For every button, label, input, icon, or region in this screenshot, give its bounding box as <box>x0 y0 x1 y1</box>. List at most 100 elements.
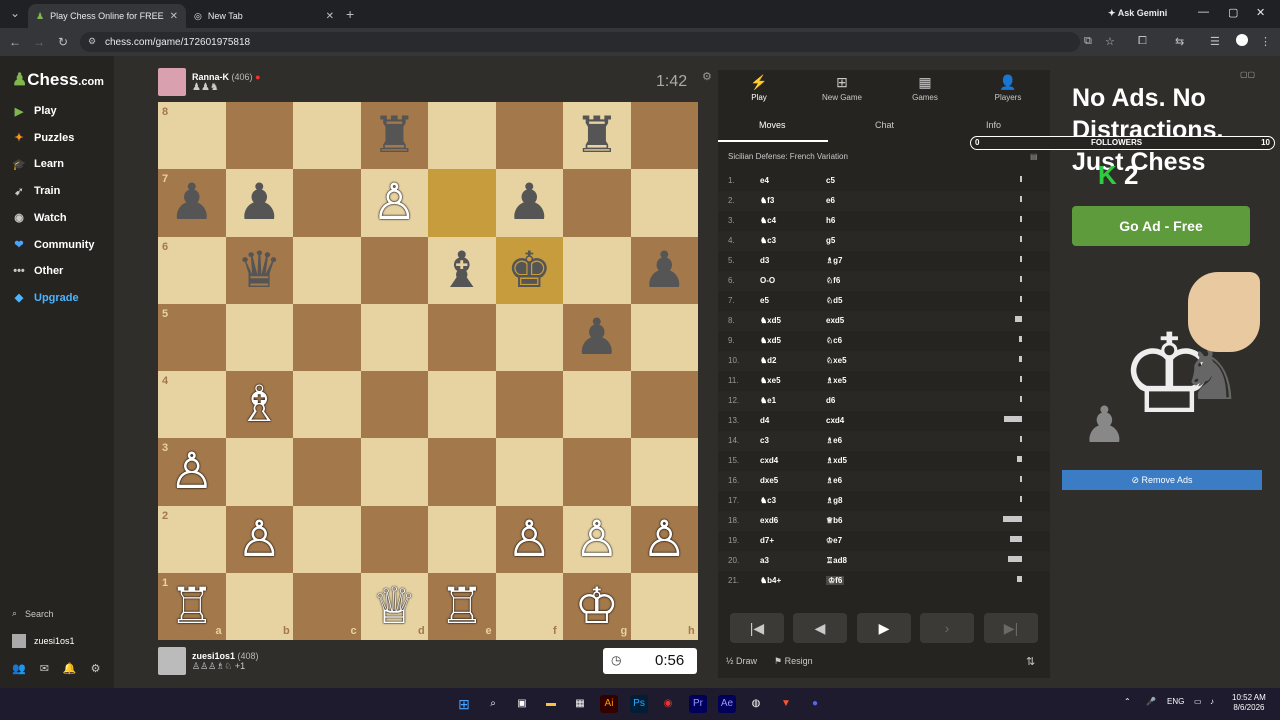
white-move[interactable]: ♞b4+ <box>760 576 781 585</box>
extensions-icon[interactable]: ⧠ <box>1138 35 1147 48</box>
sidebar-item-community[interactable]: ❤ Community <box>12 235 94 255</box>
tab-chat[interactable]: Chat <box>875 120 894 130</box>
square-e8[interactable] <box>428 102 496 170</box>
settings-gear-icon[interactable]: ⚙ <box>91 662 101 675</box>
tab-moves[interactable]: Moves <box>759 120 786 130</box>
tab-new-game[interactable]: ⊞ New Game <box>802 74 882 102</box>
square-d6[interactable] <box>360 236 428 304</box>
tab-info[interactable]: Info <box>986 120 1001 130</box>
black-move[interactable]: ♖ad8 <box>826 556 847 565</box>
black-piece-f6[interactable]: ♚ <box>496 237 564 304</box>
white-move[interactable]: O-O <box>760 276 775 285</box>
square-h7[interactable] <box>630 169 698 237</box>
search-taskbar-icon[interactable]: ⌕ <box>484 695 502 713</box>
square-e4[interactable] <box>428 371 496 439</box>
square-h3[interactable] <box>630 438 698 506</box>
language-indicator[interactable]: ENG <box>1167 697 1184 706</box>
white-piece-h2[interactable]: ♙ <box>631 506 699 573</box>
draw-button[interactable]: ½ Draw <box>726 656 757 666</box>
black-piece-g8[interactable]: ♜ <box>563 102 631 169</box>
go-ad-free-button[interactable]: Go Ad - Free <box>1072 206 1250 246</box>
reload-icon[interactable]: ↻ <box>52 35 74 49</box>
sidebar-user[interactable]: zuesi1os1 <box>12 634 75 648</box>
sidebar-item-watch[interactable]: ◉ Watch <box>12 208 66 228</box>
square-f4[interactable] <box>495 371 563 439</box>
square-f3[interactable] <box>495 438 563 506</box>
white-move[interactable]: a3 <box>760 556 769 565</box>
file-explorer-icon[interactable]: ▬ <box>542 695 560 713</box>
white-move[interactable]: ♞c3 <box>760 236 776 245</box>
square-e3[interactable] <box>428 438 496 506</box>
illustrator-icon[interactable]: Ai <box>600 695 618 713</box>
white-move[interactable]: d4 <box>760 416 769 425</box>
white-move[interactable]: ♞xd5 <box>760 316 781 325</box>
white-move[interactable]: e4 <box>760 176 769 185</box>
square-g4[interactable] <box>563 371 631 439</box>
white-piece-e1[interactable]: ♖ <box>428 573 496 640</box>
close-window-button[interactable]: ✕ <box>1256 6 1265 19</box>
close-tab-icon[interactable]: ✕ <box>326 11 334 22</box>
black-piece-f7[interactable]: ♟ <box>496 169 564 236</box>
square-b8[interactable] <box>225 102 293 170</box>
square-d2[interactable] <box>360 505 428 573</box>
translate-icon[interactable]: ⇆ <box>1175 35 1184 48</box>
resign-button[interactable]: ⚑ Resign <box>774 656 813 667</box>
player-name[interactable]: zuesi1os1 <box>192 651 235 661</box>
square-a4[interactable] <box>158 371 226 439</box>
sidebar-item-upgrade[interactable]: ◆ Upgrade <box>12 288 79 308</box>
tray-chevron-icon[interactable]: ⌃ <box>1124 697 1131 706</box>
square-d4[interactable] <box>360 371 428 439</box>
black-piece-h6[interactable]: ♟ <box>631 237 699 304</box>
square-f8[interactable] <box>495 102 563 170</box>
site-info-icon[interactable]: ⚙ <box>88 36 96 47</box>
black-move[interactable]: ♕b6 <box>826 516 843 525</box>
chess-logo[interactable]: ♟Chess.com <box>12 70 104 90</box>
square-b3[interactable] <box>225 438 293 506</box>
opponent-name[interactable]: Ranna-K <box>192 72 229 82</box>
white-move[interactable]: cxd4 <box>760 456 778 465</box>
browser-tab-active[interactable]: ♟ Play Chess Online for FREE ✕ <box>28 4 186 28</box>
sidebar-item-learn[interactable]: 🎓 Learn <box>12 154 64 174</box>
black-piece-d8[interactable]: ♜ <box>361 102 429 169</box>
windows-start-icon[interactable]: ⊞ <box>455 695 473 713</box>
address-bar[interactable]: ⚙ chess.com/game/172601975818 <box>80 32 1080 52</box>
square-a6[interactable] <box>158 236 226 304</box>
tab-menu-icon[interactable]: ⌄ <box>4 6 26 20</box>
sidebar-item-play[interactable]: ▶ Play <box>12 101 57 121</box>
black-move[interactable]: ♗g7 <box>826 256 843 265</box>
white-piece-a1[interactable]: ♖ <box>158 573 226 640</box>
chess-board[interactable]: 8 7 6 5 4 3 2 1 a b c d e f g h ♜ ♜ ♟ ♟ ♙ ♟ ♛ ♝ ♚ ♟ ♟ ♗ ♙ ♙ ♙ ♙ ♙ ♖ ♕ ♖ ♔ <box>158 102 698 640</box>
black-move[interactable]: ♘f6 <box>826 276 840 285</box>
discord-icon[interactable]: ● <box>806 695 824 713</box>
mail-icon[interactable]: ✉ <box>40 662 49 675</box>
black-move[interactable]: e6 <box>826 196 835 205</box>
black-move[interactable]: ♗e6 <box>826 476 842 485</box>
square-b5[interactable] <box>225 303 293 371</box>
volume-icon[interactable]: ♪ <box>1210 697 1214 706</box>
square-c7[interactable] <box>293 169 361 237</box>
square-f5[interactable] <box>495 303 563 371</box>
last-icon[interactable]: ▶| <box>984 613 1038 643</box>
tab-search-icon[interactable]: ☰ <box>1210 35 1220 48</box>
sidebar-item-other[interactable]: ••• Other <box>12 261 63 281</box>
black-piece-e6[interactable]: ♝ <box>428 237 496 304</box>
player-avatar[interactable] <box>158 647 186 675</box>
white-piece-d7[interactable]: ♙ <box>361 169 429 236</box>
white-piece-g2[interactable]: ♙ <box>563 506 631 573</box>
remove-ads-button[interactable]: ⊘ Remove Ads <box>1062 470 1262 490</box>
tab-players[interactable]: 👤 Players <box>968 74 1048 102</box>
obs-icon[interactable]: ◍ <box>747 695 765 713</box>
brave-icon[interactable]: ▼ <box>777 695 795 713</box>
maximize-button[interactable]: ▢ <box>1228 6 1238 19</box>
white-piece-d1[interactable]: ♕ <box>361 573 429 640</box>
white-move[interactable]: e5 <box>760 296 769 305</box>
white-piece-g1[interactable]: ♔ <box>563 573 631 640</box>
book-icon[interactable]: ▤ <box>1030 152 1038 161</box>
square-e5[interactable] <box>428 303 496 371</box>
black-piece-a7[interactable]: ♟ <box>158 169 226 236</box>
minimize-button[interactable]: — <box>1198 6 1209 18</box>
ad-choices-icon[interactable]: ▢▢ <box>1240 70 1255 79</box>
square-c2[interactable] <box>293 505 361 573</box>
square-h8[interactable] <box>630 102 698 170</box>
browser-menu-icon[interactable]: ⋮ <box>1260 35 1271 48</box>
